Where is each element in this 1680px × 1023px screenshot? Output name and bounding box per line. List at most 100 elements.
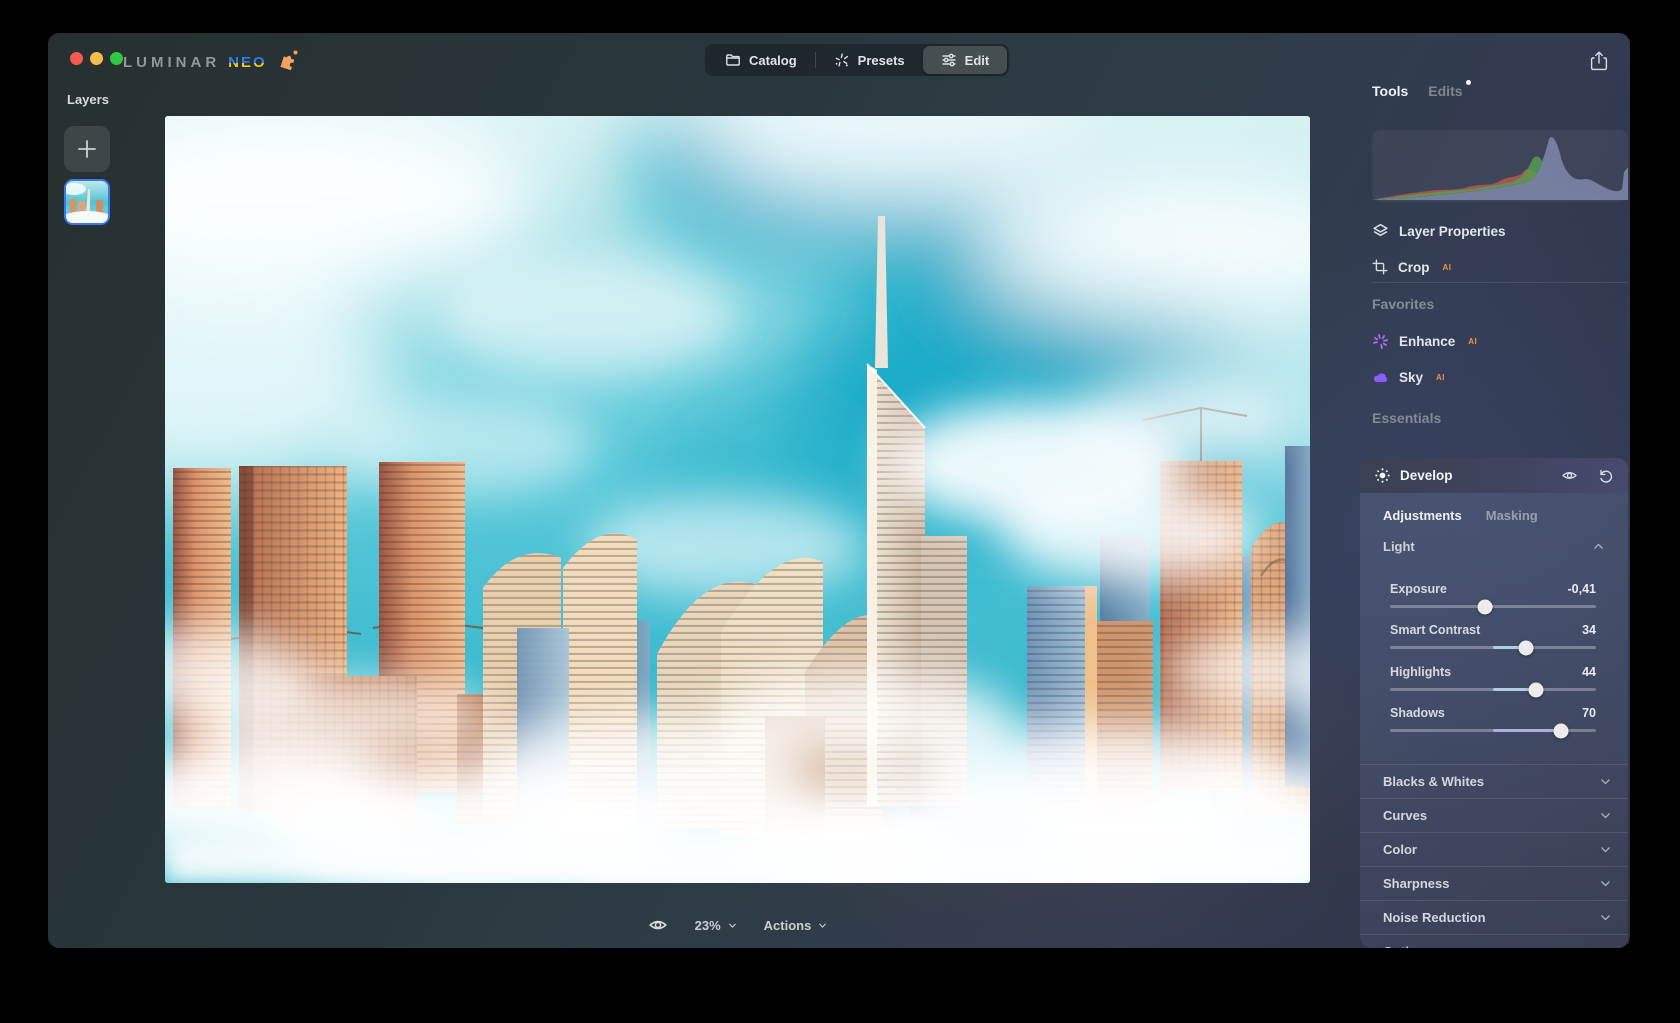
edits-tab-label: Edits bbox=[1428, 83, 1462, 99]
section-noise-reduction[interactable]: Noise Reduction bbox=[1360, 900, 1628, 934]
tools-tab[interactable]: Tools bbox=[1372, 83, 1408, 99]
right-panel-tabs: Tools Edits bbox=[1372, 83, 1463, 99]
app-window: LUMINAR NEO Catalog bbox=[48, 33, 1630, 948]
section-label: Sharpness bbox=[1383, 876, 1449, 891]
enhance-item[interactable]: EnhanceAI bbox=[1372, 328, 1628, 354]
view-mode-tabs: Catalog Presets Edit bbox=[705, 44, 1009, 76]
highlights-slider[interactable]: Highlights 44 bbox=[1390, 665, 1596, 691]
logo-neo-text: NEO bbox=[228, 54, 267, 71]
slider-track[interactable] bbox=[1390, 646, 1596, 649]
eye-icon bbox=[647, 916, 669, 934]
chevron-down-icon bbox=[817, 920, 828, 931]
section-optics[interactable]: Optics bbox=[1360, 934, 1628, 948]
section-blacks-whites[interactable]: Blacks & Whites bbox=[1360, 764, 1628, 798]
chevron-down-icon bbox=[1599, 775, 1612, 788]
zoom-level-dropdown[interactable]: 23% bbox=[695, 918, 738, 933]
extensions-puzzle-icon[interactable] bbox=[277, 49, 299, 76]
minimize-window-button[interactable] bbox=[90, 52, 103, 65]
develop-panel: Develop Adjustments Masking Light Exposu… bbox=[1360, 458, 1628, 948]
plus-icon bbox=[76, 138, 98, 160]
add-layer-button[interactable] bbox=[64, 126, 110, 172]
develop-sun-icon bbox=[1374, 467, 1391, 484]
tab-presets-label: Presets bbox=[858, 53, 905, 68]
light-section-header[interactable]: Light bbox=[1383, 539, 1605, 554]
slider-knob[interactable] bbox=[1518, 640, 1533, 655]
folder-icon bbox=[725, 52, 741, 68]
compare-eye-button[interactable] bbox=[647, 916, 669, 934]
sky-cloud-icon bbox=[1372, 369, 1389, 386]
enhance-sparkle-icon bbox=[1372, 333, 1389, 350]
section-label: Noise Reduction bbox=[1383, 910, 1486, 925]
canvas-bottom-bar: 23% Actions bbox=[165, 910, 1310, 940]
sky-ai-badge: AI bbox=[1436, 373, 1445, 382]
smart-contrast-slider[interactable]: Smart Contrast 34 bbox=[1390, 623, 1596, 649]
slider-knob[interactable] bbox=[1553, 723, 1568, 738]
slider-label: Smart Contrast bbox=[1390, 623, 1480, 637]
slider-track[interactable] bbox=[1390, 605, 1596, 608]
slider-fill bbox=[1493, 729, 1561, 732]
reset-undo-icon[interactable] bbox=[1598, 468, 1614, 484]
actions-dropdown[interactable]: Actions bbox=[764, 918, 829, 933]
enhance-label: Enhance bbox=[1399, 334, 1455, 349]
section-curves[interactable]: Curves bbox=[1360, 798, 1628, 832]
chevron-down-icon bbox=[1599, 843, 1612, 856]
section-label: Curves bbox=[1383, 808, 1427, 823]
layers-stack-icon bbox=[1372, 223, 1389, 240]
slider-value: 70 bbox=[1582, 706, 1596, 720]
tab-edit-label: Edit bbox=[965, 53, 990, 68]
crop-icon bbox=[1372, 259, 1388, 275]
develop-header[interactable]: Develop bbox=[1360, 458, 1628, 493]
photo-canvas[interactable] bbox=[165, 116, 1310, 883]
slider-value: 44 bbox=[1582, 665, 1596, 679]
tab-catalog-label: Catalog bbox=[749, 53, 797, 68]
slider-label: Highlights bbox=[1390, 665, 1451, 679]
section-label: Optics bbox=[1383, 944, 1423, 948]
edits-tab[interactable]: Edits bbox=[1428, 83, 1462, 99]
slider-track[interactable] bbox=[1390, 729, 1596, 732]
section-color[interactable]: Color bbox=[1360, 832, 1628, 866]
sky-label: Sky bbox=[1399, 370, 1423, 385]
slider-knob[interactable] bbox=[1477, 599, 1492, 614]
share-button[interactable] bbox=[1584, 46, 1614, 76]
slider-label: Shadows bbox=[1390, 706, 1445, 720]
panel-divider bbox=[1372, 282, 1628, 283]
light-section-title: Light bbox=[1383, 539, 1415, 554]
crop-label: Crop bbox=[1398, 260, 1430, 275]
chevron-down-icon bbox=[1599, 911, 1612, 924]
share-icon bbox=[1589, 50, 1609, 72]
tab-edit[interactable]: Edit bbox=[923, 46, 1008, 74]
app-logo: LUMINAR NEO bbox=[123, 49, 299, 76]
logo-luminar-text: LUMINAR bbox=[123, 54, 220, 71]
layer-thumbnail[interactable] bbox=[64, 179, 110, 225]
sliders-icon bbox=[941, 52, 957, 68]
histogram bbox=[1372, 130, 1628, 202]
essentials-header: Essentials bbox=[1372, 410, 1628, 426]
tab-catalog[interactable]: Catalog bbox=[707, 46, 815, 74]
section-label: Color bbox=[1383, 842, 1417, 857]
slider-label: Exposure bbox=[1390, 582, 1447, 596]
chevron-down-icon bbox=[727, 920, 738, 931]
layer-properties-item[interactable]: Layer Properties bbox=[1372, 218, 1628, 244]
layer-properties-label: Layer Properties bbox=[1399, 224, 1506, 239]
develop-title: Develop bbox=[1400, 468, 1453, 483]
section-sharpness[interactable]: Sharpness bbox=[1360, 866, 1628, 900]
adjustments-tab[interactable]: Adjustments bbox=[1383, 508, 1462, 523]
slider-track[interactable] bbox=[1390, 688, 1596, 691]
visibility-eye-icon[interactable] bbox=[1560, 468, 1579, 483]
close-window-button[interactable] bbox=[70, 52, 83, 65]
masking-tab[interactable]: Masking bbox=[1486, 508, 1538, 523]
slider-value: -0,41 bbox=[1568, 582, 1597, 596]
shadows-slider[interactable]: Shadows 70 bbox=[1390, 706, 1596, 732]
exposure-slider[interactable]: Exposure -0,41 bbox=[1390, 582, 1596, 608]
slider-value: 34 bbox=[1582, 623, 1596, 637]
sky-item[interactable]: Sky AI bbox=[1372, 364, 1628, 390]
chevron-down-icon bbox=[1599, 809, 1612, 822]
favorites-header: Favorites bbox=[1372, 296, 1628, 312]
crop-ai-badge: AI bbox=[1443, 263, 1452, 272]
crop-item[interactable]: Crop AI bbox=[1372, 254, 1628, 280]
slider-knob[interactable] bbox=[1529, 682, 1544, 697]
zoom-window-button[interactable] bbox=[110, 52, 123, 65]
tab-presets[interactable]: Presets bbox=[816, 46, 923, 74]
develop-tabs: Adjustments Masking bbox=[1383, 508, 1538, 523]
actions-label: Actions bbox=[764, 918, 812, 933]
